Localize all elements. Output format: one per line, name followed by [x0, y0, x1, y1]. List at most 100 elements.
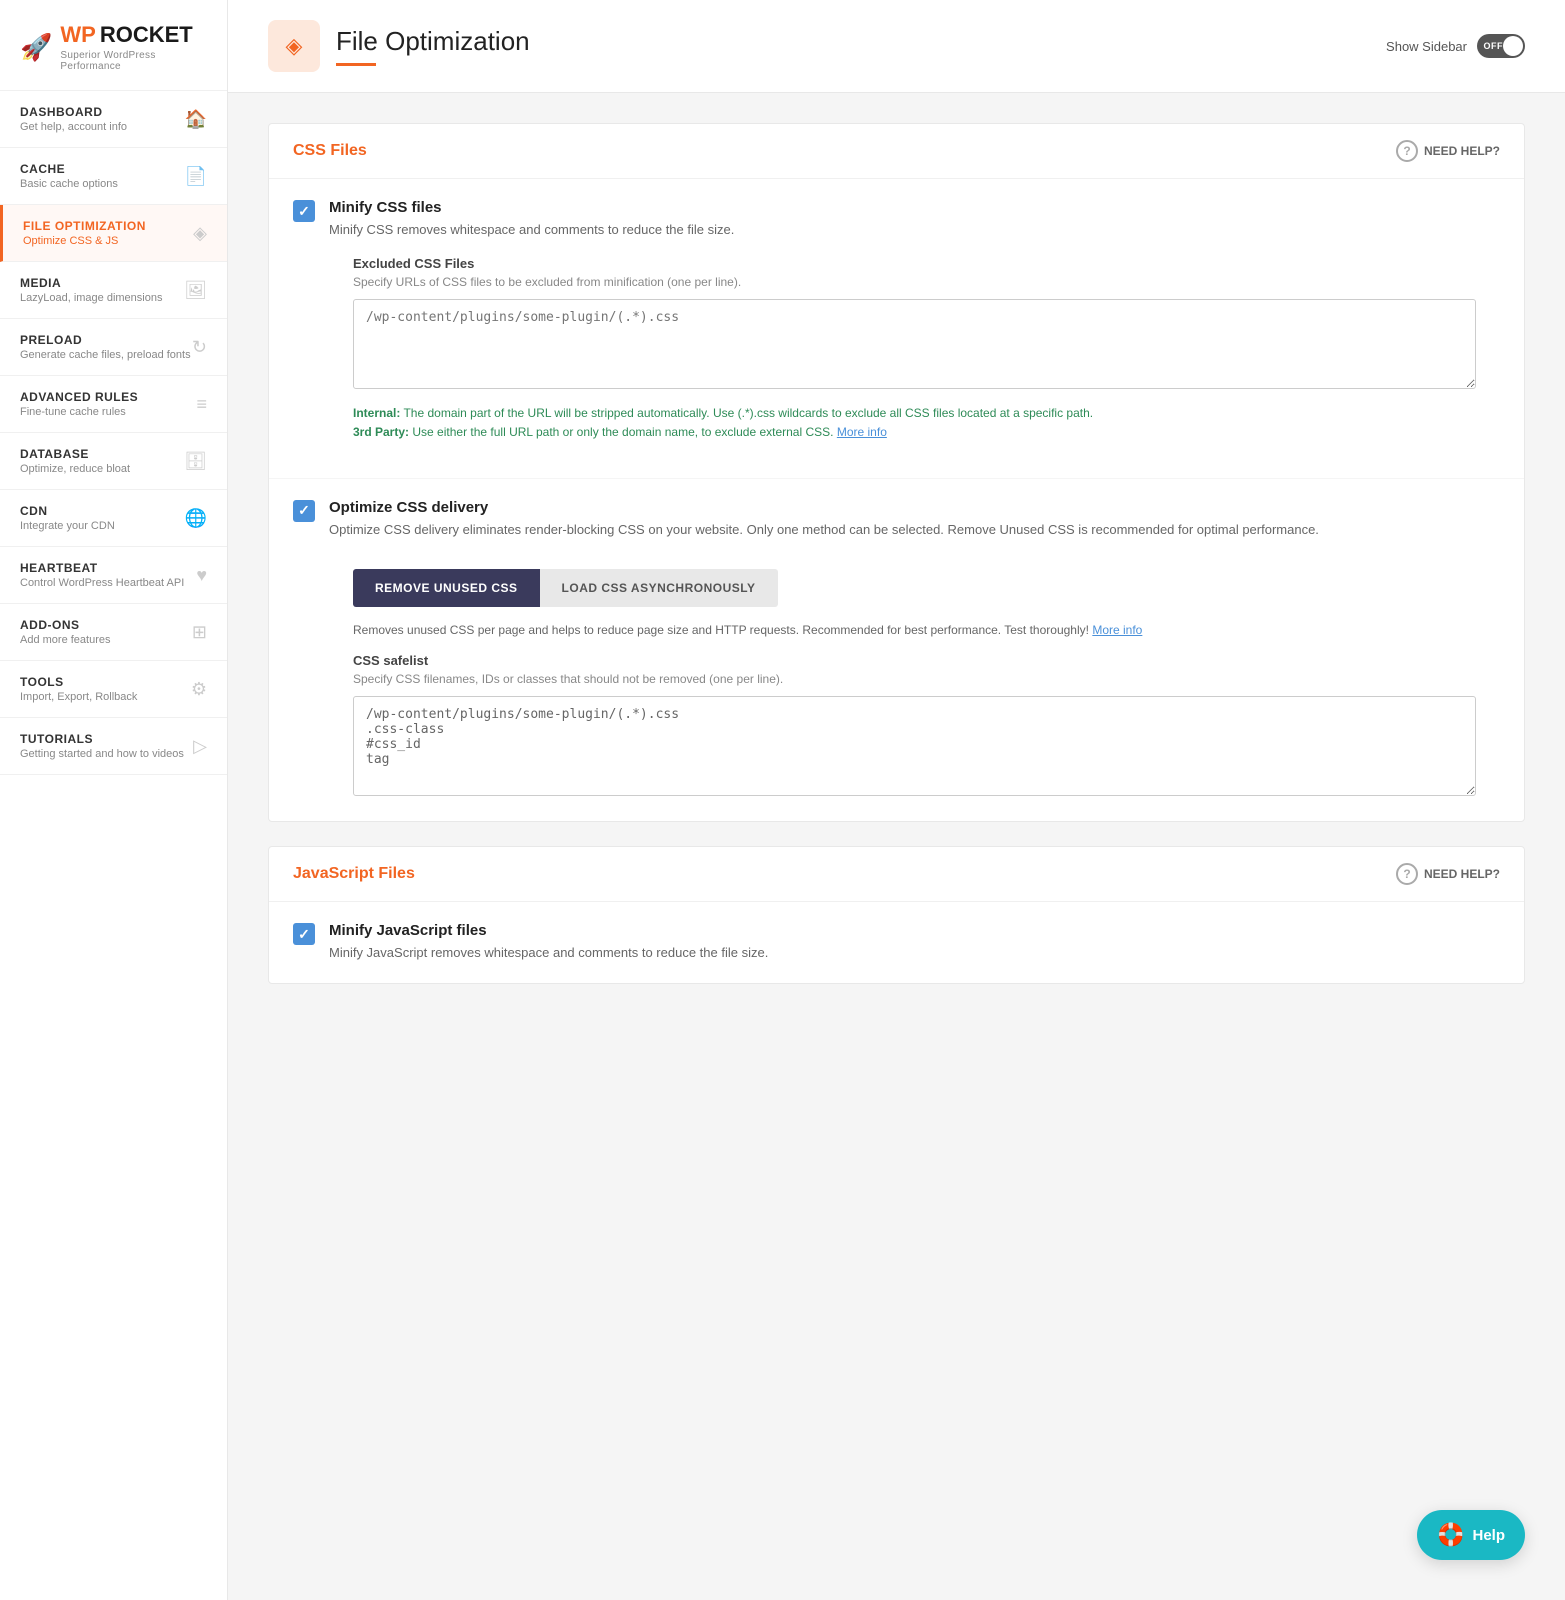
content-area: CSS Files ? NEED HELP? Minify CSS files … — [228, 93, 1565, 1038]
css-need-help-button[interactable]: ? NEED HELP? — [1396, 140, 1500, 162]
safelist-input[interactable]: /wp-content/plugins/some-plugin/(.*).css… — [353, 696, 1476, 796]
remove-unused-css-button[interactable]: REMOVE UNUSED CSS — [353, 569, 540, 607]
nav-label-preload: PRELOAD — [20, 333, 191, 347]
need-help-icon: ? — [1396, 140, 1418, 162]
nav-icon-tutorials: ▷ — [193, 736, 207, 757]
nav-sublabel-cache: Basic cache options — [20, 178, 118, 190]
internal-text: The domain part of the URL will be strip… — [403, 406, 1093, 420]
js-need-help-button[interactable]: ? NEED HELP? — [1396, 863, 1500, 885]
nav-icon-heartbeat: ♥ — [196, 565, 207, 586]
nav-label-heartbeat: HEARTBEAT — [20, 561, 184, 575]
nav-sublabel-cdn: Integrate your CDN — [20, 520, 115, 532]
nav-label-media: MEDIA — [20, 276, 162, 290]
help-bubble-icon: 🛟 — [1437, 1522, 1464, 1548]
css-section-header: CSS Files ? NEED HELP? — [269, 124, 1524, 179]
sidebar-item-tutorials[interactable]: TUTORIALS Getting started and how to vid… — [0, 718, 227, 775]
logo-wp: WP — [60, 22, 95, 48]
css-method-buttons: REMOVE UNUSED CSS LOAD CSS ASYNCHRONOUSL… — [353, 569, 1476, 607]
page-title: File Optimization — [336, 26, 530, 57]
minify-css-row: Minify CSS files Minify CSS removes whit… — [269, 179, 1524, 479]
nav-label-cdn: CDN — [20, 504, 115, 518]
nav-label-cache: CACHE — [20, 162, 118, 176]
nav-icon-tools: ⚙ — [191, 679, 207, 700]
optimize-css-row: Optimize CSS delivery Optimize CSS deliv… — [269, 479, 1524, 822]
minify-css-checkbox[interactable] — [293, 200, 315, 222]
nav-sublabel-tools: Import, Export, Rollback — [20, 691, 137, 703]
sidebar-item-heartbeat[interactable]: HEARTBEAT Control WordPress Heartbeat AP… — [0, 547, 227, 604]
third-label: 3rd Party: — [353, 425, 409, 439]
nav-label-file-optimization: FILE OPTIMIZATION — [23, 219, 146, 233]
rocket-icon: 🚀 — [20, 34, 52, 60]
logo-rocket: ROCKET — [100, 22, 193, 48]
sidebar-item-dashboard[interactable]: DASHBOARD Get help, account info 🏠 — [0, 91, 227, 148]
minify-js-checkbox[interactable] — [293, 923, 315, 945]
nav-sublabel-database: Optimize, reduce bloat — [20, 463, 130, 475]
nav-label-add-ons: ADD-ONS — [20, 618, 111, 632]
third-text: Use either the full URL path or only the… — [412, 425, 833, 439]
sidebar-item-media[interactable]: MEDIA LazyLoad, image dimensions 🖼 — [0, 262, 227, 319]
show-sidebar-label: Show Sidebar — [1386, 39, 1467, 54]
internal-label: Internal: — [353, 406, 400, 420]
page-title-underline — [336, 63, 376, 66]
excluded-css-input[interactable] — [353, 299, 1476, 389]
sidebar-item-cdn[interactable]: CDN Integrate your CDN 🌐 — [0, 490, 227, 547]
sidebar-item-preload[interactable]: PRELOAD Generate cache files, preload fo… — [0, 319, 227, 376]
safelist-desc: Specify CSS filenames, IDs or classes th… — [353, 672, 1476, 686]
nav-icon-preload: ↻ — [192, 337, 207, 358]
js-section-header: JavaScript Files ? NEED HELP? — [269, 847, 1524, 902]
minify-js-desc: Minify JavaScript removes whitespace and… — [329, 943, 768, 963]
excluded-css-label: Excluded CSS Files — [353, 256, 1476, 271]
excluded-css-desc: Specify URLs of CSS files to be excluded… — [353, 275, 1476, 289]
nav-sublabel-file-optimization: Optimize CSS & JS — [23, 235, 146, 247]
nav-sublabel-dashboard: Get help, account info — [20, 121, 127, 133]
sidebar-item-database[interactable]: DATABASE Optimize, reduce bloat 🗄 — [0, 433, 227, 490]
nav-label-dashboard: DASHBOARD — [20, 105, 127, 119]
nav-icon-cdn: 🌐 — [185, 508, 207, 529]
page-header-left: ◈ File Optimization — [268, 20, 530, 92]
remove-unused-desc: Removes unused CSS per page and helps to… — [353, 621, 1476, 639]
nav-label-tutorials: TUTORIALS — [20, 732, 184, 746]
js-need-help-label: NEED HELP? — [1424, 867, 1500, 881]
safelist-label: CSS safelist — [353, 653, 1476, 668]
nav-icon-media: 🖼 — [184, 280, 207, 301]
sidebar-item-tools[interactable]: TOOLS Import, Export, Rollback ⚙ — [0, 661, 227, 718]
sidebar-item-cache[interactable]: CACHE Basic cache options 📄 — [0, 148, 227, 205]
sidebar: 🚀 WP ROCKET Superior WordPress Performan… — [0, 0, 228, 1600]
css-files-section: CSS Files ? NEED HELP? Minify CSS files … — [268, 123, 1525, 822]
minify-css-desc: Minify CSS removes whitespace and commen… — [329, 220, 734, 240]
logo-tagline: Superior WordPress Performance — [60, 50, 207, 72]
remove-more-info-link[interactable]: More info — [1092, 623, 1142, 637]
nav-sublabel-advanced-rules: Fine-tune cache rules — [20, 406, 138, 418]
minify-css-option: Minify CSS files Minify CSS removes whit… — [293, 199, 1500, 240]
remove-unused-text: Removes unused CSS per page and helps to… — [353, 623, 1089, 637]
nav-icon-file-optimization: ◈ — [193, 223, 207, 244]
nav-container: DASHBOARD Get help, account info 🏠 CACHE… — [0, 91, 227, 775]
show-sidebar-control[interactable]: Show Sidebar OFF — [1386, 34, 1525, 78]
optimize-css-option: Optimize CSS delivery Optimize CSS deliv… — [293, 499, 1500, 540]
nav-icon-cache: 📄 — [185, 166, 207, 187]
nav-sublabel-media: LazyLoad, image dimensions — [20, 292, 162, 304]
optimize-css-checkbox[interactable] — [293, 500, 315, 522]
nav-icon-database: 🗄 — [184, 451, 207, 472]
sidebar-toggle[interactable]: OFF — [1477, 34, 1525, 58]
nav-icon-dashboard: 🏠 — [185, 109, 207, 130]
css-need-help-label: NEED HELP? — [1424, 144, 1500, 158]
nav-sublabel-heartbeat: Control WordPress Heartbeat API — [20, 577, 184, 589]
nav-sublabel-add-ons: Add more features — [20, 634, 111, 646]
minify-js-row: Minify JavaScript files Minify JavaScrip… — [269, 902, 1524, 983]
load-css-async-button[interactable]: LOAD CSS ASYNCHRONOUSLY — [540, 569, 778, 607]
sidebar-item-add-ons[interactable]: ADD-ONS Add more features ⊞ — [0, 604, 227, 661]
sidebar-item-file-optimization[interactable]: FILE OPTIMIZATION Optimize CSS & JS ◈ — [0, 205, 227, 262]
minify-js-option: Minify JavaScript files Minify JavaScrip… — [293, 922, 1500, 963]
help-bubble[interactable]: 🛟 Help — [1417, 1510, 1525, 1560]
logo-area: 🚀 WP ROCKET Superior WordPress Performan… — [0, 0, 227, 91]
nav-label-tools: TOOLS — [20, 675, 137, 689]
nav-label-database: DATABASE — [20, 447, 130, 461]
nav-icon-add-ons: ⊞ — [192, 622, 207, 643]
sidebar-item-advanced-rules[interactable]: ADVANCED RULES Fine-tune cache rules ≡ — [0, 376, 227, 433]
main-content: ◈ File Optimization Show Sidebar OFF CSS… — [228, 0, 1565, 1600]
css-section-title: CSS Files — [293, 142, 367, 160]
third-more-info-link[interactable]: More info — [837, 425, 887, 439]
js-section-title: JavaScript Files — [293, 865, 415, 883]
page-header-icon: ◈ — [268, 20, 320, 72]
